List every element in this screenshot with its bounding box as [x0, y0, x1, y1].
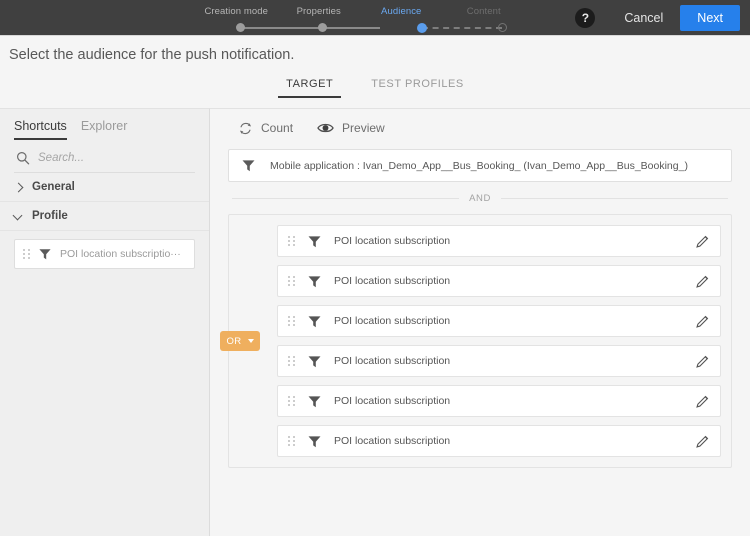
- table-row[interactable]: POI location subscription: [277, 385, 721, 417]
- filter-icon: [308, 355, 321, 367]
- stepper-dot-creation-mode[interactable]: [236, 23, 245, 32]
- refresh-icon: [240, 122, 251, 134]
- pencil-icon[interactable]: [695, 394, 710, 409]
- rule-label: POI location subscription: [334, 395, 451, 407]
- drag-handle-icon[interactable]: [288, 315, 295, 328]
- count-label: Count: [261, 121, 294, 135]
- stepper-segment-3: [422, 27, 502, 29]
- drag-handle-icon[interactable]: [23, 248, 30, 261]
- table-row[interactable]: POI location subscription: [277, 425, 721, 457]
- table-row[interactable]: POI location subscription: [277, 225, 721, 257]
- sidebar-tabs: Shortcuts Explorer: [0, 109, 209, 140]
- top-bar-actions: ? Cancel Next: [575, 0, 740, 36]
- preview-button[interactable]: Preview: [317, 121, 385, 135]
- query-toolbar: Count Preview: [228, 109, 732, 147]
- drag-handle-icon[interactable]: [288, 395, 295, 408]
- page-title: Select the audience for the push notific…: [0, 36, 750, 73]
- filter-icon: [39, 249, 51, 260]
- wizard-stepper: Creation mode Properties Audience Conten…: [195, 0, 525, 36]
- table-row[interactable]: POI location subscription: [277, 265, 721, 297]
- main-tabs: TARGET TEST PROFILES: [0, 73, 750, 108]
- filter-icon: [242, 160, 255, 172]
- search-icon: [17, 152, 30, 165]
- root-filter-bar[interactable]: Mobile application : Ivan_Demo_App__Bus_…: [228, 149, 732, 182]
- and-line-right: [500, 198, 729, 199]
- step-label-properties[interactable]: Properties: [278, 6, 361, 18]
- tab-target[interactable]: TARGET: [278, 73, 342, 98]
- table-row[interactable]: POI location subscription: [277, 305, 721, 337]
- step-label-audience[interactable]: Audience: [360, 6, 443, 18]
- next-button[interactable]: Next: [680, 5, 740, 31]
- stepper-dot-content: [498, 23, 507, 32]
- root-filter-text: Mobile application : Ivan_Demo_App__Bus_…: [270, 159, 688, 172]
- pencil-icon[interactable]: [695, 354, 710, 369]
- sidebar-shortcut-card[interactable]: POI location subscriptio···: [14, 239, 195, 269]
- rule-label: POI location subscription: [334, 355, 451, 367]
- sidebar-shortcut-card-label: POI location subscriptio···: [60, 248, 181, 260]
- stepper-dot-audience[interactable]: [417, 22, 427, 33]
- drag-handle-icon[interactable]: [288, 435, 295, 448]
- cancel-button[interactable]: Cancel: [615, 6, 672, 30]
- filter-icon: [308, 275, 321, 287]
- or-operator-label: OR: [226, 335, 242, 347]
- pencil-icon[interactable]: [695, 274, 710, 289]
- preview-label: Preview: [342, 121, 385, 135]
- chevron-down-icon: [247, 339, 254, 343]
- rule-label: POI location subscription: [334, 235, 451, 247]
- pencil-icon[interactable]: [695, 434, 710, 449]
- and-operator-label: AND: [469, 193, 491, 204]
- filter-icon: [308, 395, 321, 407]
- chevron-down-icon: [14, 212, 23, 221]
- tab-test-profiles[interactable]: TEST PROFILES: [363, 73, 472, 98]
- pencil-icon[interactable]: [695, 234, 710, 249]
- stepper-labels: Creation mode Properties Audience Conten…: [195, 0, 525, 18]
- eye-icon: [317, 123, 334, 133]
- step-label-content: Content: [466, 6, 501, 17]
- stepper-segment-1: [240, 27, 380, 29]
- or-operator-badge[interactable]: OR: [220, 331, 260, 351]
- sidebar-tab-shortcuts[interactable]: Shortcuts: [14, 119, 67, 140]
- drag-handle-icon[interactable]: [288, 355, 295, 368]
- filter-icon: [308, 235, 321, 247]
- sidebar-group-general[interactable]: General: [0, 173, 209, 202]
- and-separator: AND: [228, 193, 732, 204]
- rule-label: POI location subscription: [334, 275, 451, 287]
- stepper-track: [195, 19, 525, 37]
- step-label-creation-mode[interactable]: Creation mode: [195, 6, 278, 18]
- help-icon[interactable]: ?: [575, 8, 596, 28]
- drag-handle-icon[interactable]: [288, 275, 295, 288]
- search-input[interactable]: [38, 152, 178, 164]
- sidebar-group-profile[interactable]: Profile: [0, 202, 209, 231]
- stepper-dot-properties[interactable]: [318, 23, 327, 32]
- or-group: OR POI location subscription POI locatio…: [220, 214, 732, 468]
- chevron-right-icon: [14, 183, 23, 192]
- sidebar-group-profile-label: Profile: [32, 210, 68, 222]
- rule-label: POI location subscription: [334, 315, 451, 327]
- sidebar-tab-explorer[interactable]: Explorer: [81, 119, 128, 140]
- pencil-icon[interactable]: [695, 314, 710, 329]
- and-line-left: [232, 198, 460, 199]
- main-panel: Count Preview Mobile application : Ivan_…: [210, 108, 750, 536]
- drag-handle-icon[interactable]: [288, 235, 295, 248]
- content-area: Shortcuts Explorer General Profile POI l…: [0, 108, 750, 536]
- sidebar-search[interactable]: [14, 146, 195, 173]
- filter-icon: [308, 435, 321, 447]
- count-button[interactable]: Count: [238, 121, 293, 136]
- sidebar: Shortcuts Explorer General Profile POI l…: [0, 108, 210, 536]
- filter-icon: [308, 315, 321, 327]
- sidebar-group-general-label: General: [32, 181, 75, 193]
- rule-label: POI location subscription: [334, 435, 451, 447]
- top-bar: Creation mode Properties Audience Conten…: [0, 0, 750, 36]
- table-row[interactable]: POI location subscription: [277, 345, 721, 377]
